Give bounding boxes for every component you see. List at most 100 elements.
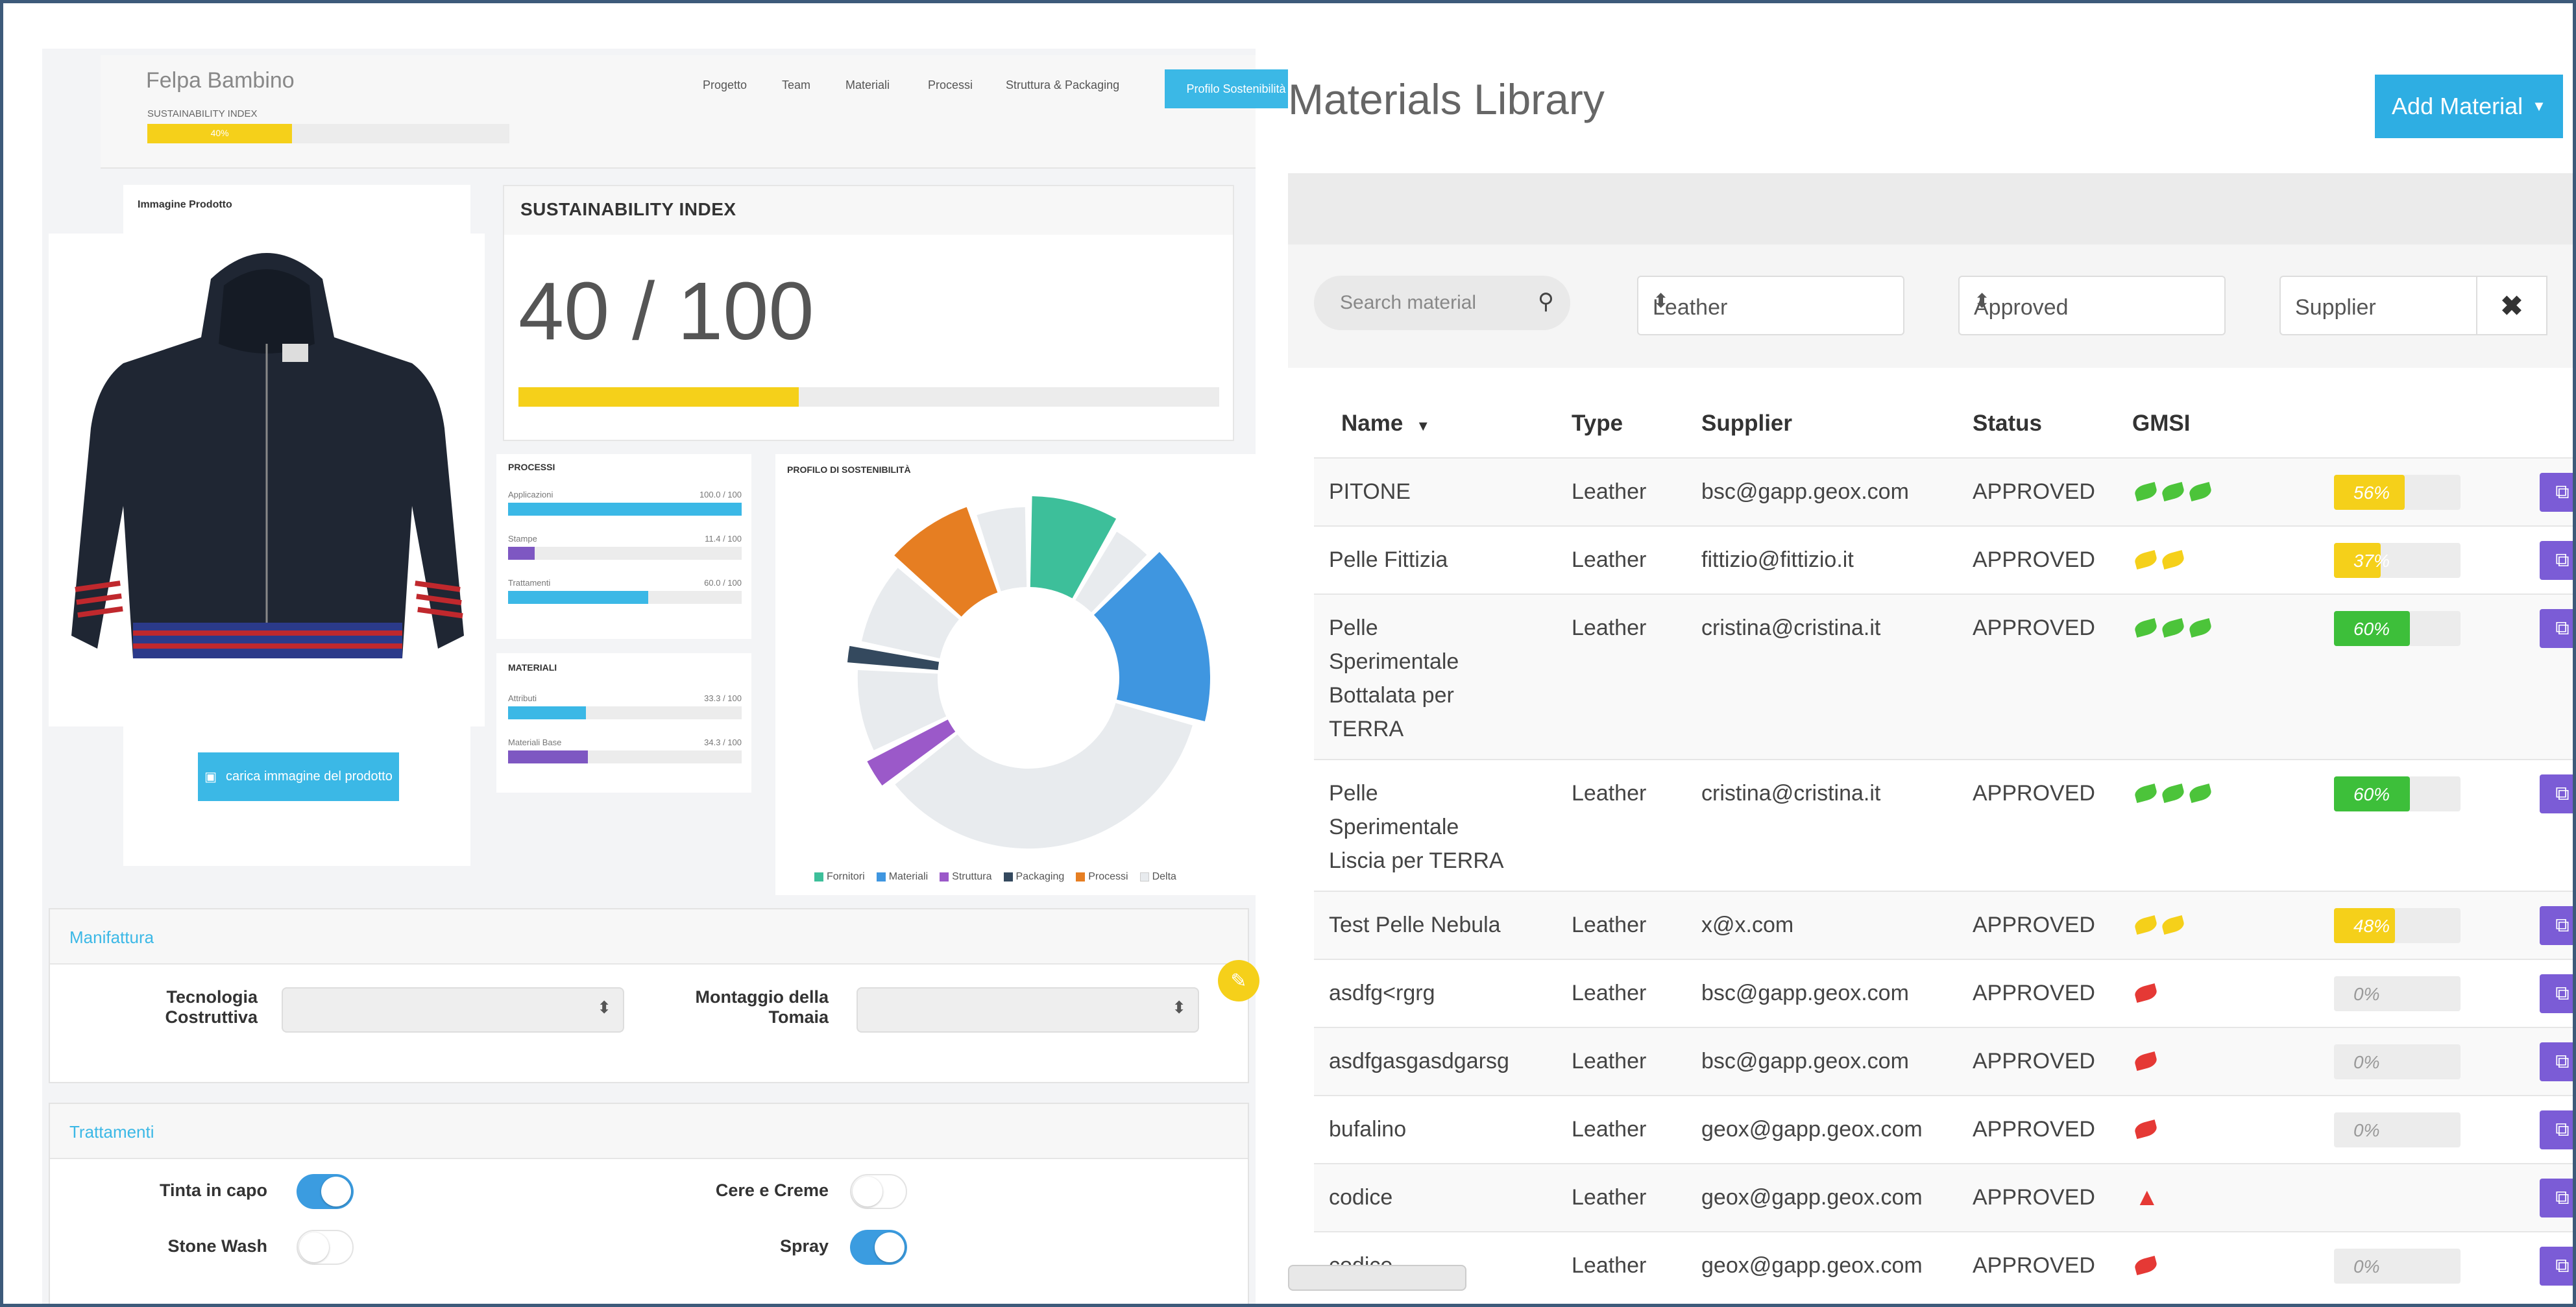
legend-label: Delta: [1152, 871, 1176, 882]
status-filter-select[interactable]: Approved ⬍: [1958, 276, 2226, 335]
nav-processi[interactable]: Processi: [928, 78, 973, 92]
tinta-in-capo-toggle[interactable]: [297, 1174, 354, 1209]
leaf-icon: [2133, 783, 2159, 804]
copy-icon: ⧉: [2555, 1119, 2570, 1140]
leaf-icon: [2187, 783, 2213, 804]
type-filter-select[interactable]: Leather ⬍: [1637, 276, 1904, 335]
search-placeholder: Search material: [1340, 292, 1477, 313]
duplicate-button[interactable]: ⧉: [2540, 609, 2573, 648]
upload-image-button[interactable]: ▣ carica immagine del prodotto: [198, 752, 399, 801]
montaggio-tomaia-select[interactable]: ⬍: [857, 987, 1199, 1033]
column-header-type[interactable]: Type: [1572, 411, 1623, 437]
duplicate-button[interactable]: ⧉: [2540, 774, 2573, 813]
name-line: Sperimentale: [1329, 815, 1459, 839]
cell-name[interactable]: asdfg<rgrg: [1329, 976, 1435, 1010]
column-header-name[interactable]: Name ▼: [1341, 411, 1430, 437]
cell-status: APPROVED: [1973, 1253, 2095, 1278]
nav-team[interactable]: Team: [782, 78, 810, 92]
duplicate-button[interactable]: ⧉: [2540, 906, 2573, 945]
search-input[interactable]: Search material ⚲: [1314, 276, 1570, 330]
table-row[interactable]: Pelle Sperimentale Bottalata per TERRA Leath…: [1314, 594, 2573, 759]
cell-type: Leather: [1572, 547, 1647, 572]
search-icon: ⚲: [1538, 289, 1554, 314]
table-row[interactable]: asdfg<rgrg Leather bsc@gapp.geox.com APPROV…: [1314, 959, 2573, 1027]
table-row[interactable]: asdfgasgasdgarsg Leather bsc@gapp.geox.com…: [1314, 1027, 2573, 1095]
duplicate-button[interactable]: ⧉: [2540, 541, 2573, 580]
spray-toggle[interactable]: [850, 1230, 907, 1265]
stone-wash-toggle[interactable]: [297, 1230, 354, 1265]
nav-profilo-sostenibilita[interactable]: Profilo Sostenibilità: [1165, 69, 1307, 108]
metric-track: [508, 547, 742, 560]
cell-supplier: geox@gapp.geox.com: [1701, 1117, 1923, 1142]
add-material-button[interactable]: Add Material ▼: [2375, 75, 2563, 138]
cell-name[interactable]: asdfgasgasdgarsg: [1329, 1044, 1509, 1078]
duplicate-button[interactable]: ⧉: [2540, 1110, 2573, 1149]
clear-filters-button[interactable]: ✖: [2476, 276, 2547, 335]
cell-gmsi: [2133, 908, 2189, 942]
table-row[interactable]: codiceLeathergeox@gapp.geox.comAPPROVED0…: [1314, 1231, 2573, 1299]
duplicate-button[interactable]: ⧉: [2540, 1247, 2573, 1286]
metric-value: 60.0 / 100: [704, 578, 742, 588]
nav-materiali[interactable]: Materiali: [845, 78, 890, 92]
table-row[interactable]: Pelle Sperimentale Liscia per TERRA Leather…: [1314, 759, 2573, 891]
cell-status: APPROVED: [1973, 547, 2095, 572]
name-line: TERRA: [1329, 717, 1404, 741]
tecnologia-costruttiva-select[interactable]: ⬍: [282, 987, 624, 1033]
metric-fill: [508, 547, 535, 560]
table-row[interactable]: PITONE Leather bsc@gapp.geox.com APPROVED 56…: [1314, 457, 2573, 525]
cell-gmsi: [2133, 1044, 2162, 1078]
label-line: Montaggio della: [695, 987, 829, 1007]
cell-type: Leather: [1572, 981, 1647, 1005]
toggle-knob: [875, 1232, 905, 1262]
image-icon: ▣: [204, 770, 217, 784]
copy-icon: ⧉: [2555, 915, 2570, 936]
cell-name[interactable]: Pelle Fittizia: [1329, 543, 1448, 577]
cell-name[interactable]: Test Pelle Nebula: [1329, 908, 1501, 942]
cell-type: Leather: [1572, 1185, 1647, 1210]
cell-name[interactable]: bufalino: [1329, 1112, 1406, 1146]
nav-progetto[interactable]: Progetto: [703, 78, 747, 92]
duplicate-button[interactable]: ⧉: [2540, 1179, 2573, 1217]
table-row[interactable]: codice Leather geox@gapp.geox.com APPROVED ▲…: [1314, 1163, 2573, 1231]
cell-supplier: geox@gapp.geox.com: [1701, 1185, 1923, 1210]
column-header-gmsi[interactable]: GMSI: [2132, 411, 2190, 437]
column-header-status[interactable]: Status: [1973, 411, 2042, 437]
table-row[interactable]: bufalino Leather geox@gapp.geox.com APPROVE…: [1314, 1095, 2573, 1163]
cell-type: Leather: [1572, 479, 1647, 504]
trattamenti-header: Trattamenti: [69, 1122, 154, 1142]
cell-type: Leather: [1572, 1049, 1647, 1073]
cell-supplier: geox@gapp.geox.com: [1701, 1253, 1923, 1278]
cell-supplier: bsc@gapp.geox.com: [1701, 479, 1909, 504]
cell-name[interactable]: Pelle Sperimentale Liscia per TERRA: [1329, 776, 1504, 878]
duplicate-button[interactable]: ⧉: [2540, 1042, 2573, 1081]
cell-name[interactable]: codice: [1329, 1181, 1392, 1214]
sustainability-progress-text: 40%: [210, 128, 229, 138]
cere-e-creme-toggle[interactable]: [850, 1174, 907, 1209]
duplicate-button[interactable]: ⧉: [2540, 974, 2573, 1013]
horizontal-scrollbar[interactable]: [1288, 1265, 1466, 1291]
table-row[interactable]: Test Pelle Nebula Leather x@x.com APPROVED 4…: [1314, 891, 2573, 959]
edit-manifattura-button[interactable]: ✎: [1218, 960, 1259, 1001]
leaf-icon: [2133, 481, 2159, 502]
leaf-icon: [2133, 549, 2159, 570]
processi-header: PROCESSI: [508, 462, 555, 472]
score-progress-bar: 56%: [2334, 475, 2461, 510]
score-text: 0%: [2353, 1052, 2380, 1072]
cell-name[interactable]: PITONE: [1329, 475, 1411, 509]
table-row[interactable]: Pelle Fittizia Leather fittizio@fittizio.i…: [1314, 525, 2573, 594]
duplicate-button[interactable]: ⧉: [2540, 473, 2573, 512]
legend-item: Materiali: [876, 871, 928, 883]
nav-struttura-packaging[interactable]: Struttura & Packaging: [1006, 78, 1119, 92]
metric-fill: [508, 503, 742, 516]
copy-icon: ⧉: [2555, 783, 2570, 804]
label-line: Tomaia: [768, 1007, 829, 1027]
name-line: PITONE: [1329, 479, 1411, 504]
column-header-supplier[interactable]: Supplier: [1701, 411, 1792, 437]
manifattura-header: Manifattura: [69, 928, 154, 947]
cell-name[interactable]: Pelle Sperimentale Bottalata per TERRA: [1329, 611, 1459, 746]
supplier-input[interactable]: Supplier: [2279, 276, 2477, 335]
trattamenti-section: Trattamenti Tinta in capo Cere e Creme S…: [49, 1103, 1249, 1304]
cell-status: APPROVED: [1973, 781, 2095, 806]
copy-icon: ⧉: [2555, 1051, 2570, 1072]
copy-icon: ⧉: [2555, 549, 2570, 571]
